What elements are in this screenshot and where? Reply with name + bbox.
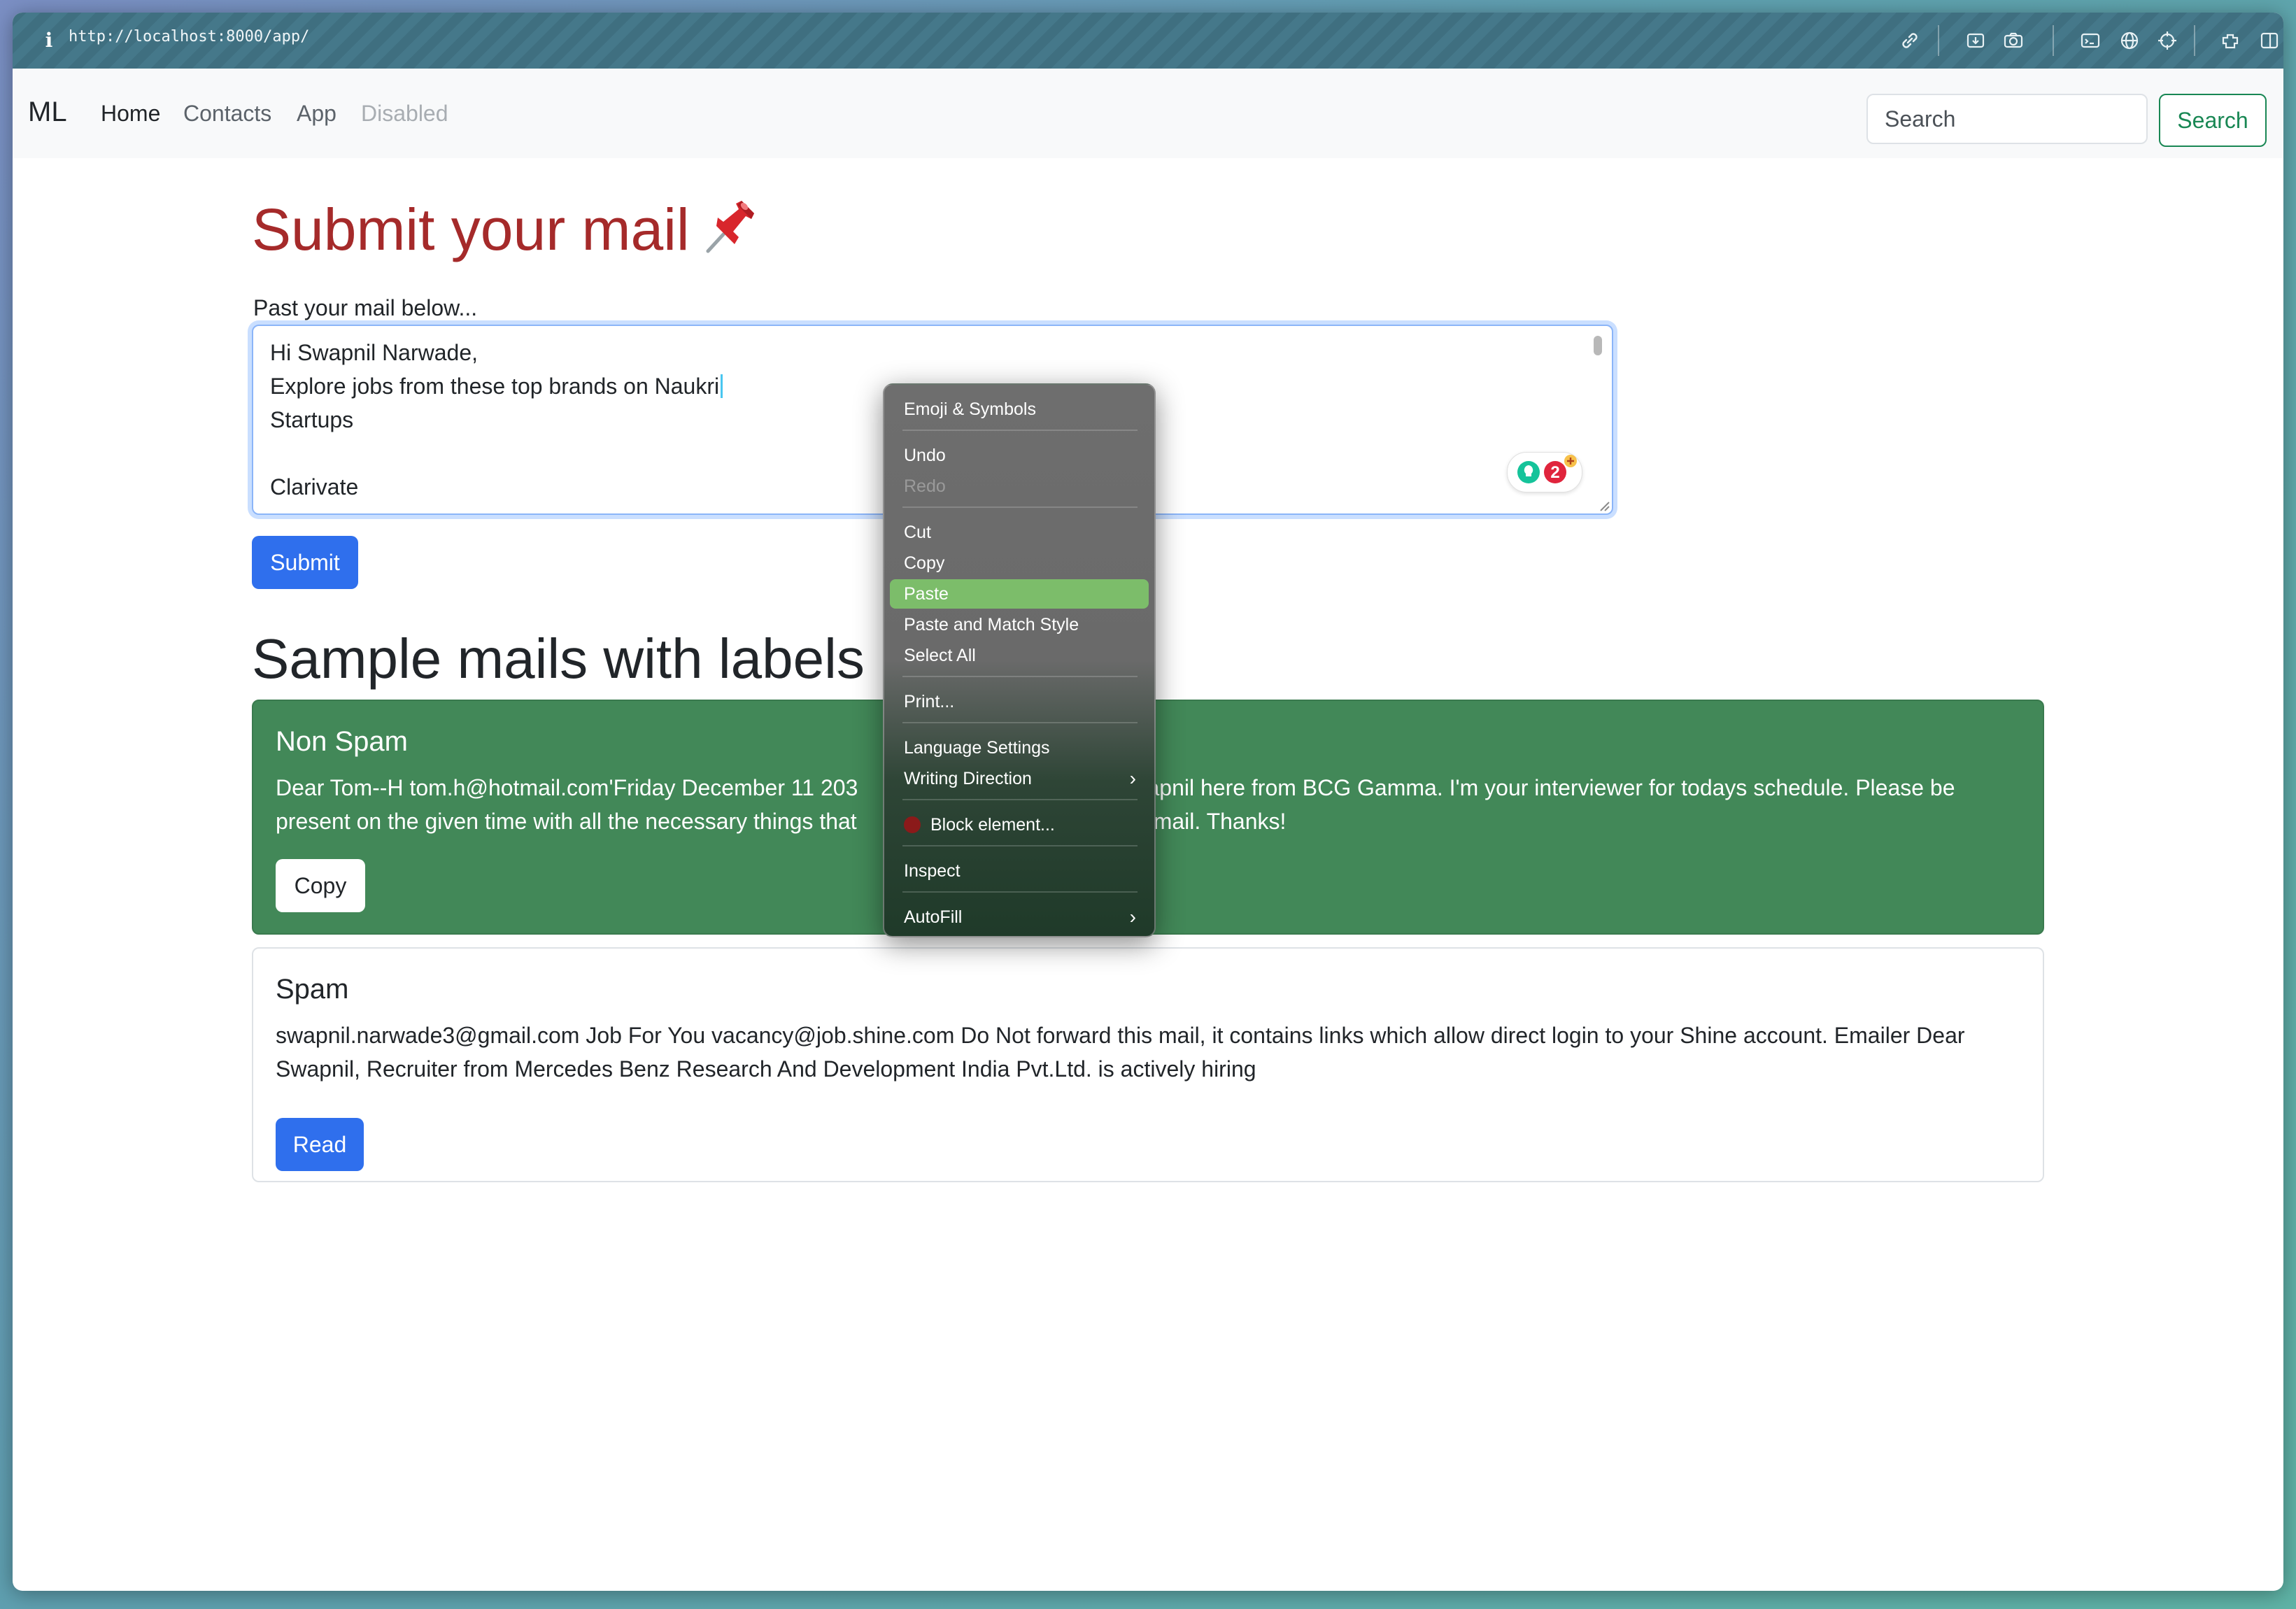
menu-separator — [902, 845, 1138, 846]
nav-link-app[interactable]: App — [297, 101, 336, 127]
card-title: Non Spam — [276, 726, 408, 757]
read-button[interactable]: Read — [276, 1118, 364, 1171]
mail-line-text: Explore jobs from these top brands on Na… — [270, 374, 720, 399]
context-menu: Emoji & Symbols Undo Redo Cut Copy Paste… — [883, 383, 1156, 937]
camera-icon[interactable] — [2001, 28, 2026, 53]
menu-item-paste-match-style[interactable]: Paste and Match Style — [890, 610, 1149, 639]
pushpin-icon — [702, 198, 763, 268]
page-title: Submit your mail — [252, 196, 763, 268]
card-text-part: wapnil here from BCG Gamma. I'm your int… — [1131, 775, 1955, 800]
menu-item-language-settings[interactable]: Language Settings — [890, 733, 1149, 763]
sidebar-toggle-icon[interactable] — [2257, 28, 2282, 53]
toolbar-divider — [2194, 25, 2195, 56]
navbar-search-button[interactable]: Search — [2159, 94, 2267, 147]
menu-item-copy[interactable]: Copy — [890, 548, 1149, 578]
card-text-part: Dear Tom--H tom.h@hotmail.com'Friday Dec… — [276, 775, 858, 800]
nav-link-home[interactable]: Home — [101, 101, 160, 127]
grammarly-widget[interactable]: 2 — [1507, 452, 1582, 492]
navbar-brand[interactable]: ML — [28, 97, 67, 128]
menu-separator — [902, 722, 1138, 723]
link-icon[interactable] — [1897, 28, 1922, 53]
spam-card: Spam swapnil.narwade3@gmail.com Job For … — [252, 947, 2044, 1182]
menu-item-autofill[interactable]: AutoFill › — [890, 902, 1149, 932]
mail-instructions: Past your mail below... — [253, 295, 478, 320]
copy-button[interactable]: Copy — [276, 859, 365, 912]
toolbar-divider — [1938, 25, 1939, 56]
nav-link-disabled: Disabled — [361, 101, 448, 126]
chevron-right-icon: › — [1129, 767, 1136, 789]
menu-item-label: Writing Direction — [904, 769, 1032, 788]
globe-icon[interactable] — [2117, 28, 2142, 53]
menu-separator — [902, 891, 1138, 893]
menu-item-block-element[interactable]: Block element... — [890, 810, 1149, 839]
menu-item-print[interactable]: Print... — [890, 687, 1149, 716]
menu-item-emoji-symbols[interactable]: Emoji & Symbols — [890, 395, 1149, 424]
site-navbar: ML Home Contacts App Disabled Search — [13, 69, 2283, 158]
mail-line: Clarivate — [270, 474, 359, 499]
menu-item-cut[interactable]: Cut — [890, 518, 1149, 547]
menu-item-redo: Redo — [904, 476, 946, 496]
menu-item-label: Block element... — [930, 815, 1055, 835]
address-bar[interactable]: http://localhost:8000/app/ — [69, 28, 309, 53]
terminal-icon[interactable] — [2078, 28, 2103, 53]
ublock-icon — [904, 816, 921, 833]
submit-button[interactable]: Submit — [252, 536, 358, 589]
menu-separator — [902, 799, 1138, 800]
menu-separator — [902, 506, 1138, 508]
browser-toolbar: i http://localhost:8000/app/ — [13, 13, 2283, 69]
card-text: swapnil.narwade3@gmail.com Job For You v… — [276, 1023, 1965, 1082]
menu-item-writing-direction[interactable]: Writing Direction › — [890, 764, 1149, 793]
samples-heading: Sample mails with labels — [252, 628, 865, 690]
menu-item-undo[interactable]: Undo — [890, 441, 1149, 470]
card-title: Spam — [276, 974, 349, 1005]
card-text-part: present on the given time with all the n… — [276, 809, 857, 834]
chevron-right-icon: › — [1129, 906, 1136, 928]
page-title-text: Submit your mail — [252, 197, 690, 262]
info-icon[interactable]: i — [36, 28, 62, 53]
grammarly-count: 2 — [1550, 463, 1559, 482]
browser-window: i http://localhost:8000/app/ ML Home Con… — [13, 13, 2283, 1591]
menu-item-inspect[interactable]: Inspect — [890, 856, 1149, 886]
mail-line: Startups — [270, 407, 354, 432]
menu-item-select-all[interactable]: Select All — [890, 641, 1149, 670]
nav-link-contacts[interactable]: Contacts — [183, 101, 271, 127]
resize-handle-icon[interactable] — [1596, 498, 1610, 512]
menu-item-paste[interactable]: Paste — [890, 579, 1149, 609]
menu-item-label: AutoFill — [904, 907, 963, 927]
menu-separator — [902, 676, 1138, 677]
save-page-icon[interactable] — [1963, 28, 1988, 53]
toolbar-divider — [2053, 25, 2054, 56]
text-caret — [721, 374, 723, 398]
navbar-search-input[interactable] — [1866, 94, 2148, 144]
textarea-scrollbar[interactable] — [1594, 336, 1602, 355]
crosshair-icon[interactable] — [2155, 28, 2180, 53]
mail-line: Explore jobs from these top brands on Na… — [270, 374, 723, 399]
extensions-icon[interactable] — [2218, 28, 2243, 53]
grammarly-icon: 2 — [1517, 455, 1577, 483]
menu-separator — [902, 430, 1138, 431]
mail-line: Hi Swapnil Narwade, — [270, 340, 479, 365]
